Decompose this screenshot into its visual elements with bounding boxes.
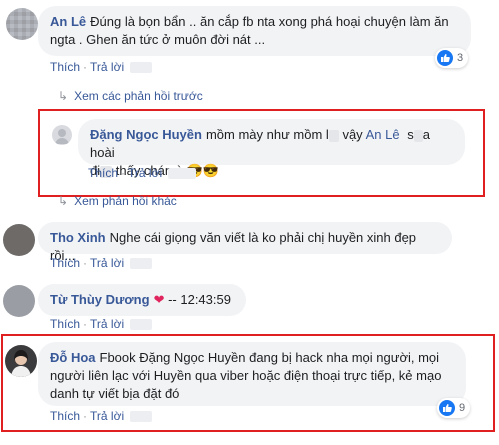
timestamp-blurred xyxy=(130,319,153,331)
heart-emoji-icon: ❤ xyxy=(153,292,165,307)
comment-actions: Thích · Trả lời xyxy=(50,317,153,331)
avatar-do-hoa[interactable] xyxy=(5,345,37,377)
reply-link[interactable]: Trả lời xyxy=(90,409,124,423)
comment-text: Đúng là bọn bẩn .. ăn cắp fb nta xong ph… xyxy=(90,14,449,29)
thumbs-up-icon xyxy=(439,400,455,416)
reply-arrow-icon: ↳ xyxy=(58,89,69,103)
comment-author[interactable]: An Lê xyxy=(50,14,86,29)
like-link[interactable]: Thích xyxy=(50,256,80,270)
reaction-count: 3 xyxy=(457,52,464,64)
reply-link[interactable]: Trả lời xyxy=(128,166,162,180)
reaction-count: 9 xyxy=(459,402,466,414)
comment-bubble-an-le: An Lê Đúng là bọn bẩn .. ăn cắp fb nta xo… xyxy=(38,6,471,56)
comment-author[interactable]: Từ Thùy Dương xyxy=(50,292,150,307)
like-link[interactable]: Thích xyxy=(50,317,80,331)
timestamp-blurred xyxy=(130,258,153,270)
comment-bubble-do-hoa: Đỗ Hoa Fbook Đặng Ngọc Huyền đang bị hack… xyxy=(38,342,466,406)
avatar-an-le[interactable] xyxy=(6,8,38,40)
comment-bubble-dang-ngoc-huyen: Đặng Ngọc Huyền mồm mày như mồm l vậy An … xyxy=(78,119,465,178)
like-link[interactable]: Thích xyxy=(88,166,118,180)
reply-link[interactable]: Trả lời xyxy=(90,317,124,331)
comment-bubble-tu-thuy-duong: Từ Thùy Dương ❤ -- 12:43:59 xyxy=(38,284,246,316)
comment-actions: Thích · Trả lời xyxy=(50,409,153,423)
comment-author[interactable]: Tho Xinh xyxy=(50,230,106,245)
comment-text: mồm mày như mồm l xyxy=(205,127,329,142)
comment-text: Fbook Đặng Ngọc Huyền đang bị hack nha m… xyxy=(99,350,440,365)
comment-text: danh tự viết bịa đặt đó xyxy=(50,386,180,401)
comment-actions: Thích · Trả lời xyxy=(50,256,153,270)
timestamp-blurred xyxy=(168,168,197,180)
like-reaction-count[interactable]: 3 xyxy=(435,48,469,68)
comment-text: ngta . Ghen ăn tức ở muôn đời nát ... xyxy=(50,32,266,47)
view-more-replies-label: Xem phản hồi khác xyxy=(74,194,177,208)
censored-text xyxy=(328,129,339,142)
view-more-replies-link[interactable]: ↳ Xem phản hồi khác xyxy=(58,194,177,208)
reply-arrow-icon: ↳ xyxy=(58,194,69,208)
comment-text: s xyxy=(407,127,414,142)
mention-link[interactable]: An Lê xyxy=(366,127,400,142)
comment-text: -- 12:43:59 xyxy=(168,292,231,307)
like-link[interactable]: Thích xyxy=(50,409,80,423)
thumbs-up-icon xyxy=(437,50,453,66)
reply-link[interactable]: Trả lời xyxy=(90,256,124,270)
view-previous-replies-label: Xem các phản hồi trước xyxy=(74,89,203,103)
timestamp-blurred xyxy=(130,411,153,423)
comment-actions: Thích · Trả lời xyxy=(88,166,197,180)
comment-actions: Thích · Trả lời xyxy=(50,60,153,74)
comment-author[interactable]: Đỗ Hoa xyxy=(50,350,96,365)
comment-bubble-tho-xinh: Tho Xinh Nghe cái giọng văn viết là ko ph… xyxy=(38,222,452,263)
view-previous-replies-link[interactable]: ↳ Xem các phản hồi trước xyxy=(58,89,203,103)
comment-author[interactable]: Đặng Ngọc Huyền xyxy=(90,127,202,142)
comment-text: người liên lạc với Huyền qua viber hoặc … xyxy=(50,368,442,383)
avatar-dang-ngoc-huyen[interactable] xyxy=(52,125,72,145)
censored-text xyxy=(413,129,423,142)
like-reaction-count[interactable]: 9 xyxy=(437,398,471,418)
avatar-tu-thuy-duong[interactable] xyxy=(3,285,35,317)
comment-text: vậy xyxy=(342,127,363,142)
reply-link[interactable]: Trả lời xyxy=(90,60,124,74)
like-link[interactable]: Thích xyxy=(50,60,80,74)
timestamp-blurred xyxy=(130,62,153,74)
avatar-tho-xinh[interactable] xyxy=(3,224,35,256)
